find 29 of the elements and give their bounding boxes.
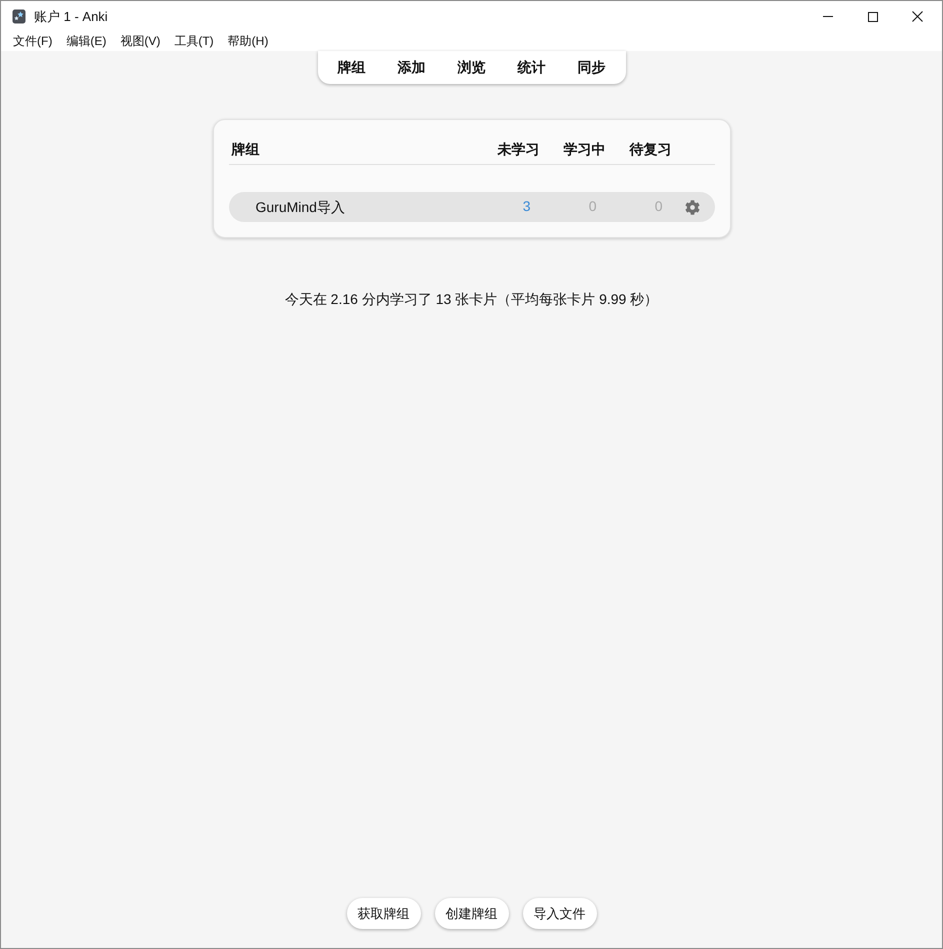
toolbar-link[interactable]: 同步 [562, 57, 622, 78]
menu-item[interactable]: 编辑(E) [59, 32, 114, 51]
menu-item[interactable]: 文件(F) [6, 32, 60, 51]
card-count: 0 [654, 198, 662, 214]
footer-button[interactable]: 导入文件 [522, 898, 596, 929]
column-header: 牌组 [230, 140, 260, 159]
window-title: 账户 1 - Anki [34, 8, 108, 26]
card-count: 0 [588, 198, 596, 214]
toolbar-link[interactable]: 统计 [502, 57, 562, 78]
column-header: 学习中 [562, 140, 606, 159]
study-stats: 今天在 2.16 分内学习了 13 张卡片（平均每张卡片 9.99 秒） [284, 290, 658, 309]
close-icon [912, 11, 923, 22]
card-count: 3 [522, 198, 530, 214]
toolbar-link[interactable]: 添加 [382, 57, 442, 78]
menu-item[interactable]: 帮助(H) [220, 32, 276, 51]
minimize-icon [822, 16, 832, 17]
toolbar-link[interactable]: 浏览 [442, 57, 502, 78]
menu-item[interactable]: 视图(V) [113, 32, 168, 51]
gear-icon[interactable] [684, 200, 700, 214]
footer-button[interactable]: 获取牌组 [346, 898, 420, 929]
column-header: 待复习 [628, 140, 672, 159]
footer-button[interactable]: 创建牌组 [434, 898, 508, 929]
column-header: 未学习 [496, 140, 540, 159]
toolbar-link[interactable]: 牌组 [322, 57, 382, 78]
menu-item[interactable]: 工具(T) [167, 32, 221, 51]
maximize-icon [868, 12, 878, 22]
deck-row[interactable]: GuruMind导入 3 0 0 [228, 192, 714, 222]
deck-name[interactable]: GuruMind导入 [228, 196, 474, 218]
star-tile-icon [12, 9, 26, 24]
